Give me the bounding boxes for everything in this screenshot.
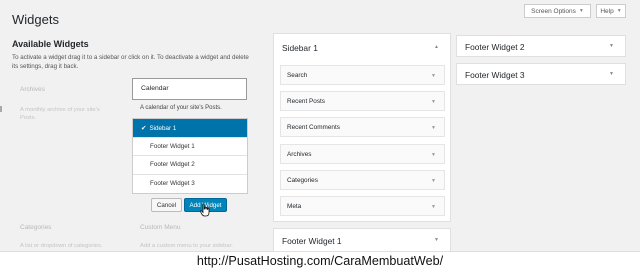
help-button[interactable]: Help ▼ (596, 4, 626, 18)
widgets-screen: Screen Options ▼ Help ▼ Widgets Availabl… (0, 0, 640, 252)
widget-custom-menu[interactable]: Custom Menu (140, 224, 180, 231)
widget-categories[interactable]: Categories (20, 224, 51, 231)
chevron-up-icon[interactable]: ▲ (434, 44, 439, 50)
widget-categories-desc: A list or dropdown of categories. (20, 243, 103, 249)
footer-widget-3-title: Footer Widget 3 (465, 70, 525, 80)
screen-options-button[interactable]: Screen Options ▼ (524, 4, 591, 18)
footer-widget-3-panel[interactable]: Footer Widget 3 ▼ (456, 63, 626, 85)
sidebar-widget-label: Recent Posts (287, 98, 326, 105)
sidebar-widget-label: Meta (287, 203, 302, 210)
sidebar-widget-recent-posts[interactable]: Recent Posts ▼ (280, 91, 445, 111)
sidebar-widget-meta[interactable]: Meta ▼ (280, 196, 445, 216)
sidebar-widget-label: Archives (287, 151, 312, 158)
chevron-down-icon[interactable]: ▼ (609, 71, 614, 77)
sidebar-1-panel: Sidebar 1 ▲ Search ▼ Recent Posts ▼ Rece… (273, 33, 451, 222)
chevron-down-icon[interactable]: ▼ (431, 73, 436, 79)
chevron-down-icon[interactable]: ▼ (431, 178, 436, 184)
widget-calendar-desc: A calendar of your site's Posts. (140, 105, 222, 111)
available-widgets-title: Available Widgets (12, 39, 89, 49)
sidebar-1-title[interactable]: Sidebar 1 (282, 43, 318, 53)
chevron-down-icon[interactable]: ▼ (431, 204, 436, 210)
chevron-down-icon[interactable]: ▼ (431, 125, 436, 131)
caption-url: http://PusatHosting.com/CaraMembuatWeb/ (196, 254, 444, 268)
sidebar-widget-search[interactable]: Search ▼ (280, 65, 445, 85)
widget-archives[interactable]: Archives (20, 86, 45, 93)
cancel-button[interactable]: Cancel (151, 198, 182, 212)
chevron-down-icon[interactable]: ▼ (431, 152, 436, 158)
footer-widget-1-panel[interactable]: Footer Widget 1 ▼ (273, 228, 451, 252)
chooser-option-footer-2[interactable]: Footer Widget 2 (133, 156, 247, 175)
chooser-option-footer-3[interactable]: Footer Widget 3 (133, 175, 247, 194)
sidebar-widget-archives[interactable]: Archives ▼ (280, 144, 445, 164)
sidebar-widget-label: Search (287, 72, 308, 79)
sidebar-widget-label: Recent Comments (287, 124, 340, 131)
screen-options-label: Screen Options (531, 7, 576, 15)
widget-archives-desc: A monthly archive of your site's Posts. (20, 107, 100, 121)
hand-cursor-icon (199, 203, 210, 217)
chooser-option-label: Footer Widget 3 (150, 179, 195, 187)
sidebar-widget-label: Categories (287, 177, 318, 184)
widget-custom-menu-desc: Add a custom menu to your sidebar. (140, 243, 233, 249)
chooser-option-sidebar-1[interactable]: ✔ Sidebar 1 (133, 119, 247, 138)
chooser-option-label: Sidebar 1 (149, 125, 177, 132)
page-title: Widgets (12, 12, 59, 27)
available-widgets-description: To activate a widget drag it to a sideba… (12, 54, 249, 70)
drag-handle (0, 106, 2, 112)
chevron-down-icon[interactable]: ▼ (434, 237, 439, 243)
chooser-option-label: Footer Widget 2 (150, 161, 195, 168)
footer-widget-2-panel[interactable]: Footer Widget 2 ▼ (456, 35, 626, 57)
widget-calendar[interactable]: Calendar (132, 78, 247, 100)
chooser-option-label: Footer Widget 1 (150, 142, 195, 150)
checkmark-icon: ✔ (141, 125, 147, 132)
chevron-down-icon[interactable]: ▼ (609, 43, 614, 49)
help-label: Help (600, 7, 614, 15)
sidebar-widget-categories[interactable]: Categories ▼ (280, 170, 445, 190)
chooser-option-footer-1[interactable]: Footer Widget 1 (133, 138, 247, 156)
chevron-down-icon: ▼ (578, 8, 584, 14)
widget-area-chooser: ✔ Sidebar 1 Footer Widget 1 Footer Widget… (132, 118, 248, 194)
sidebar-widget-recent-comments[interactable]: Recent Comments ▼ (280, 117, 445, 137)
chevron-down-icon: ▼ (616, 8, 622, 14)
chevron-down-icon[interactable]: ▼ (431, 99, 436, 105)
footer-widget-1-title: Footer Widget 1 (282, 236, 342, 246)
footer-widget-2-title: Footer Widget 2 (465, 42, 525, 52)
